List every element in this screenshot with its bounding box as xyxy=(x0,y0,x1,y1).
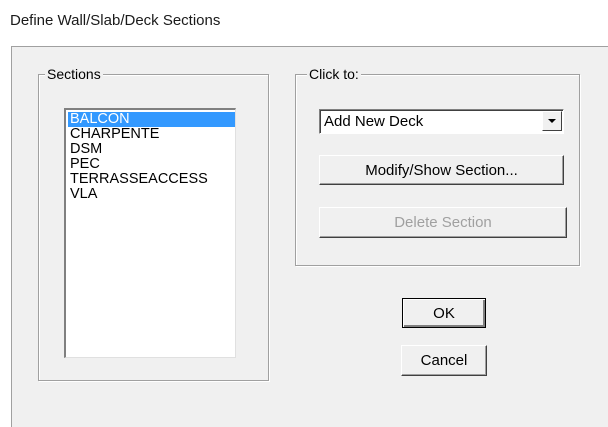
window-title: Define Wall/Slab/Deck Sections xyxy=(10,12,221,29)
list-item[interactable]: CHARPENTE xyxy=(68,127,235,142)
dropdown-value: Add New Deck xyxy=(324,113,424,130)
list-item[interactable]: VLA xyxy=(68,187,235,202)
click-to-group-label: Click to: xyxy=(307,66,361,82)
ok-button[interactable]: OK xyxy=(402,298,486,328)
chevron-down-icon[interactable] xyxy=(542,111,562,131)
cancel-button[interactable]: Cancel xyxy=(401,345,487,376)
delete-section-button[interactable]: Delete Section xyxy=(319,207,567,238)
list-item[interactable]: TERRASSEACCESS xyxy=(68,172,235,187)
list-item[interactable]: DSM xyxy=(68,142,235,157)
list-item[interactable]: PEC xyxy=(68,157,235,172)
list-item[interactable]: BALCON xyxy=(68,112,235,127)
sections-listbox[interactable]: BALCON CHARPENTE DSM PEC TERRASSEACCESS VLA xyxy=(64,108,236,358)
sections-group-label: Sections xyxy=(45,66,103,82)
deck-type-dropdown[interactable]: Add New Deck xyxy=(319,109,564,134)
modify-show-section-button[interactable]: Modify/Show Section... xyxy=(319,155,564,185)
